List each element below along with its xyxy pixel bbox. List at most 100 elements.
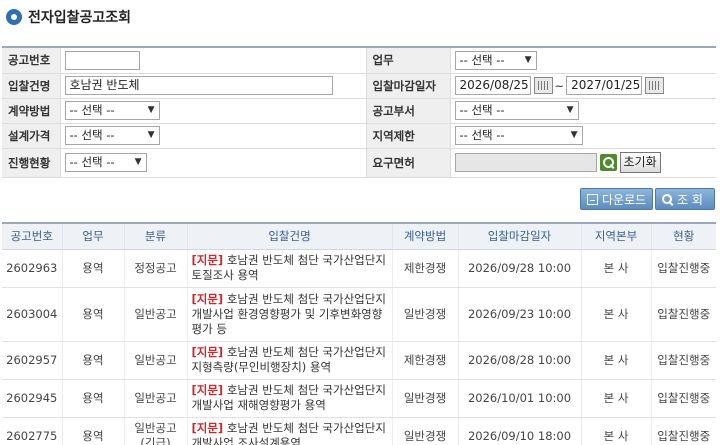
- table-row[interactable]: 2603004 용역 일반공고 [지문] 호남권 반도체 첨단 국가산업단지 개발…: [2, 287, 716, 342]
- fingerprint-tag: [지문]: [191, 345, 224, 359]
- notice-dept-label: 공고부서: [365, 98, 451, 124]
- cell-notice-no: 2602945: [2, 379, 63, 418]
- cell-work: 용역: [62, 249, 125, 288]
- license-input[interactable]: [454, 153, 597, 172]
- fingerprint-tag: [지문]: [191, 383, 224, 397]
- cell-bid-name[interactable]: [지문] 호남권 반도체 첨단 국가산업단지 개발사업 조사설계용역: [187, 417, 393, 445]
- table-row[interactable]: 2602957 용역 일반공고 [지문] 호남권 반도체 첨단 국가산업단지 지형…: [2, 341, 716, 380]
- cell-region: 본 사: [581, 249, 652, 288]
- design-price-label: 설계가격: [2, 123, 61, 149]
- cell-work: 용역: [62, 287, 125, 342]
- bullet-icon: [6, 9, 22, 25]
- chevron-down-icon: ▼: [524, 54, 532, 65]
- cell-bid-name[interactable]: [지문] 호남권 반도체 첨단 국가산업단지 토질조사 용역: [187, 249, 393, 288]
- download-icon: [587, 193, 598, 205]
- chevron-down-icon: ▼: [570, 130, 578, 140]
- table-row[interactable]: 2602963 용역 정정공고 [지문] 호남권 반도체 첨단 국가산업단지 토질…: [2, 249, 716, 288]
- col-header-contract-method[interactable]: 계약방법: [392, 223, 459, 250]
- col-header-notice-no[interactable]: 공고번호: [2, 223, 63, 250]
- chevron-down-icon: ▼: [566, 105, 574, 115]
- col-header-region[interactable]: 지역본부: [581, 223, 652, 250]
- cell-status: 입찰진행중: [651, 287, 716, 342]
- date-range-separator: ~: [554, 78, 565, 93]
- table-header-row: 공고번호 업무 분류 입찰건명 계약방법 입찰마감일자 지역본부 현황: [2, 223, 716, 250]
- license-label: 요구면허: [365, 148, 451, 178]
- cell-region: 본 사: [581, 417, 652, 445]
- bid-name-label: 입찰건명: [2, 73, 61, 99]
- work-select[interactable]: -- 선택 -- ▼: [454, 50, 537, 70]
- col-header-work[interactable]: 업무: [62, 223, 125, 250]
- fingerprint-tag: [지문]: [191, 421, 224, 435]
- chevron-down-icon: ▼: [147, 105, 155, 115]
- page-title: 전자입찰공고조회: [28, 10, 132, 26]
- notice-no-label: 공고번호: [2, 48, 61, 74]
- chevron-down-icon: ▼: [147, 130, 155, 140]
- cell-notice-no: 2602775: [2, 417, 63, 445]
- notice-no-input[interactable]: [64, 50, 140, 70]
- cell-region: 본 사: [581, 341, 652, 380]
- cell-status: 입찰진행중: [651, 341, 716, 380]
- cell-region: 본 사: [581, 287, 652, 342]
- page-header: 전자입찰공고조회: [6, 6, 131, 28]
- download-button[interactable]: 다운로드: [580, 188, 654, 210]
- chevron-down-icon: ▼: [134, 157, 142, 167]
- calendar-icon[interactable]: [645, 77, 665, 94]
- cell-bid-name[interactable]: [지문] 호남권 반도체 첨단 국가산업단지 지형측량(무인비행장치) 용역: [187, 341, 393, 380]
- search-button[interactable]: 조 회: [655, 188, 715, 210]
- cell-class: 일반공고: [124, 379, 188, 418]
- cell-work: 용역: [62, 341, 125, 380]
- cell-work: 용역: [62, 417, 125, 445]
- design-price-select[interactable]: -- 선택 -- ▼: [64, 126, 160, 145]
- cell-contract-method: 일반경쟁: [392, 287, 459, 342]
- cell-notice-no: 2602963: [2, 249, 63, 288]
- notice-dept-select[interactable]: -- 선택 -- ▼: [454, 101, 579, 120]
- region-select[interactable]: -- 선택 -- ▼: [454, 126, 583, 145]
- cell-deadline: 2026/08/28 10:00: [458, 341, 582, 380]
- work-label: 업무: [365, 48, 451, 74]
- deadline-label: 입찰마감일자: [365, 73, 451, 99]
- cell-contract-method: 제한경쟁: [392, 249, 459, 288]
- cell-class: 일반공고: [124, 341, 188, 380]
- cell-deadline: 2026/09/28 10:00: [458, 249, 582, 288]
- search-icon[interactable]: [599, 154, 617, 171]
- cell-deadline: 2026/10/01 10:00: [458, 379, 582, 418]
- calendar-icon[interactable]: [533, 77, 553, 94]
- cell-status: 입찰진행중: [651, 417, 716, 445]
- deadline-to-input[interactable]: 2027/01/25: [566, 76, 643, 95]
- cell-contract-method: 일반경쟁: [392, 379, 459, 418]
- col-header-deadline[interactable]: 입찰마감일자: [458, 223, 582, 250]
- region-label: 지역제한: [365, 123, 451, 149]
- status-select[interactable]: -- 선택 -- ▼: [64, 153, 147, 172]
- status-label: 진행현황: [2, 148, 61, 178]
- col-header-class[interactable]: 분류: [124, 223, 188, 250]
- cell-class: 정정공고: [124, 249, 188, 288]
- fingerprint-tag: [지문]: [191, 253, 224, 267]
- table-row[interactable]: 2602775 용역 일반공고 (긴급) [지문] 호남권 반도체 첨단 국가산업…: [2, 417, 716, 445]
- cell-bid-name[interactable]: [지문] 호남권 반도체 첨단 국가산업단지 개발사업 재해영향평가 용역: [187, 379, 393, 418]
- search-form: 공고번호 업무 -- 선택 -- ▼ 입찰건명 호남권 반도체 입찰마감일자 20…: [2, 46, 716, 178]
- cell-notice-no: 2603004: [2, 287, 63, 342]
- cell-contract-method: 제한경쟁: [392, 341, 459, 380]
- contract-method-select[interactable]: -- 선택 -- ▼: [64, 101, 160, 120]
- table-row[interactable]: 2602945 용역 일반공고 [지문] 호남권 반도체 첨단 국가산업단지 개발…: [2, 379, 716, 418]
- cell-status: 입찰진행중: [651, 249, 716, 288]
- cell-class: 일반공고 (긴급): [124, 417, 188, 445]
- cell-status: 입찰진행중: [651, 379, 716, 418]
- cell-region: 본 사: [581, 379, 652, 418]
- cell-deadline: 2026/09/23 10:00: [458, 287, 582, 342]
- cell-notice-no: 2602957: [2, 341, 63, 380]
- deadline-from-input[interactable]: 2026/08/25: [454, 76, 531, 95]
- cell-work: 용역: [62, 379, 125, 418]
- search-icon: [662, 193, 673, 205]
- cell-deadline: 2026/09/10 18:00: [458, 417, 582, 445]
- fingerprint-tag: [지문]: [191, 291, 224, 306]
- contract-method-label: 계약방법: [2, 98, 61, 124]
- cell-bid-name[interactable]: [지문] 호남권 반도체 첨단 국가산업단지 개발사업 환경영향평가 및 기후변화…: [187, 287, 393, 342]
- reset-button[interactable]: 초기화: [619, 152, 661, 173]
- cell-class: 일반공고: [124, 287, 188, 342]
- col-header-bid-name[interactable]: 입찰건명: [187, 223, 393, 250]
- col-header-status[interactable]: 현황: [651, 223, 716, 250]
- results-table: 공고번호 업무 분류 입찰건명 계약방법 입찰마감일자 지역본부 현황 2602…: [2, 222, 716, 445]
- bid-name-input[interactable]: 호남권 반도체: [64, 76, 333, 95]
- cell-contract-method: 일반경쟁: [392, 417, 459, 445]
